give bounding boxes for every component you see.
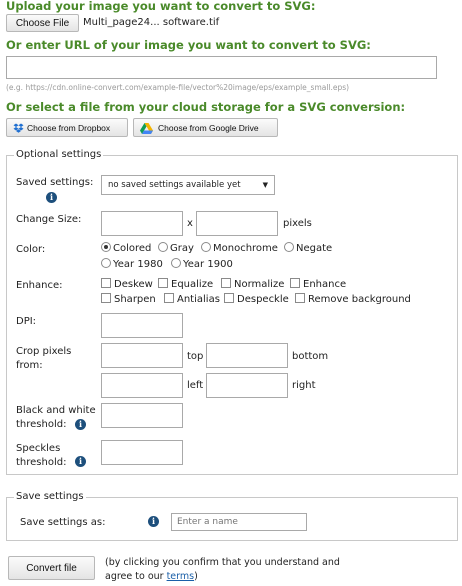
enhance-option-label: Antialias [177, 294, 220, 305]
save-settings-label: Save settings as: [20, 517, 106, 528]
radio[interactable] [284, 242, 294, 252]
dpi-input[interactable] [101, 313, 183, 338]
saved-settings-select-value: no saved settings available yet [108, 180, 241, 190]
checkbox[interactable] [290, 278, 300, 288]
speckles-threshold-info-icon[interactable]: i [75, 456, 86, 467]
enhance-option-enhance[interactable]: Enhance [290, 278, 346, 290]
color-option-year-1900[interactable]: Year 1900 [171, 258, 233, 270]
speckles-threshold-input[interactable] [101, 440, 183, 465]
google-drive-icon [140, 123, 153, 134]
crop-label-from: from: [16, 360, 43, 371]
enhance-option-label: Deskew [114, 279, 153, 290]
enhance-option-label: Normalize [234, 279, 285, 290]
crop-right-label: right [292, 380, 316, 391]
enhance-option-sharpen[interactable]: Sharpen [101, 293, 156, 305]
bw-threshold-info-icon[interactable]: i [75, 419, 86, 430]
crop-top-label: top [187, 351, 204, 362]
checkbox[interactable] [101, 278, 111, 288]
google-drive-button[interactable]: Choose from Google Drive [133, 118, 278, 137]
crop-bottom-label: bottom [292, 351, 329, 362]
enhance-option-label: Despeckle [237, 294, 289, 305]
checkbox[interactable] [221, 278, 231, 288]
optional-settings-panel [6, 155, 458, 475]
radio[interactable] [171, 258, 181, 268]
crop-right-input[interactable] [206, 373, 288, 398]
crop-left-label: left [187, 380, 204, 391]
convert-note-text: agree to our [105, 571, 167, 582]
color-option-label: Year 1980 [113, 259, 163, 270]
size-separator: x [187, 218, 193, 229]
google-drive-button-label: Choose from Google Drive [158, 122, 259, 133]
color-option-year-1980[interactable]: Year 1980 [101, 258, 163, 270]
checkbox[interactable] [164, 293, 174, 303]
checkbox[interactable] [295, 293, 305, 303]
url-heading: Or enter URL of your image you want to c… [6, 38, 371, 52]
color-label: Color: [16, 244, 46, 255]
radio-selected[interactable] [101, 242, 111, 252]
enhance-option-deskew[interactable]: Deskew [101, 278, 153, 290]
speckles-threshold-label-2: threshold: [16, 457, 67, 468]
crop-left-input[interactable] [101, 373, 183, 398]
bw-threshold-label: Black and white [16, 405, 96, 416]
upload-heading: Upload your image you want to convert to… [6, 0, 316, 13]
speckles-threshold-label: Speckles [16, 443, 61, 454]
checkbox[interactable] [101, 293, 111, 303]
height-input[interactable] [196, 211, 278, 236]
convert-note-line-1: (by clicking you confirm that you unders… [105, 557, 340, 568]
enhance-option-label: Equalize [171, 279, 214, 290]
saved-settings-label: Saved settings: [16, 177, 94, 188]
dropbox-button-label: Choose from Dropbox [27, 122, 111, 133]
save-settings-name-input[interactable] [171, 513, 307, 531]
save-settings-legend: Save settings [14, 491, 86, 502]
enhance-label: Enhance: [16, 280, 63, 291]
color-option-label: Year 1900 [183, 259, 233, 270]
enhance-option-despeckle[interactable]: Despeckle [224, 293, 289, 305]
width-input[interactable] [101, 211, 183, 236]
dropbox-icon [13, 123, 24, 133]
color-option-label: Negate [296, 243, 333, 254]
cloud-heading: Or select a file from your cloud storage… [6, 100, 406, 114]
dpi-label: DPI: [16, 316, 37, 327]
bw-threshold-label-2: threshold: [16, 419, 67, 430]
enhance-option-remove-background[interactable]: Remove background [295, 293, 411, 305]
color-option-label: Gray [170, 243, 194, 254]
checkbox[interactable] [158, 278, 168, 288]
color-option-label: Monochrome [213, 243, 278, 254]
convert-file-button[interactable]: Convert file [8, 556, 95, 580]
crop-top-input[interactable] [101, 343, 183, 368]
selected-file-name: Multi_page24... software.tif [83, 17, 220, 28]
url-input[interactable] [6, 56, 437, 79]
bw-threshold-input[interactable] [101, 403, 183, 428]
dropbox-button[interactable]: Choose from Dropbox [6, 118, 128, 137]
enhance-option-antialias[interactable]: Antialias [164, 293, 220, 305]
save-settings-info-icon[interactable]: i [148, 516, 159, 527]
color-option-gray[interactable]: Gray [158, 242, 194, 254]
optional-settings-legend: Optional settings [14, 149, 104, 160]
enhance-option-label: Remove background [308, 294, 411, 305]
convert-note-end: ) [194, 571, 198, 582]
size-unit-label: pixels [283, 218, 312, 229]
color-option-monochrome[interactable]: Monochrome [201, 242, 278, 254]
radio[interactable] [101, 258, 111, 268]
enhance-option-normalize[interactable]: Normalize [221, 278, 284, 290]
url-example-text: (e.g. https://cdn.online-convert.com/exa… [6, 83, 350, 92]
radio[interactable] [201, 242, 211, 252]
chevron-down-icon: ▼ [262, 181, 268, 189]
convert-note-line-2: agree to our terms) [105, 571, 198, 582]
checkbox[interactable] [224, 293, 234, 303]
saved-settings-select[interactable]: no saved settings available yet ▼ [101, 175, 275, 195]
color-option-colored[interactable]: Colored [101, 242, 151, 254]
enhance-option-equalize[interactable]: Equalize [158, 278, 213, 290]
enhance-option-label: Sharpen [114, 294, 156, 305]
color-option-negate[interactable]: Negate [284, 242, 332, 254]
crop-label: Crop pixels [16, 346, 72, 357]
saved-settings-info-icon[interactable]: i [46, 192, 57, 203]
color-option-label: Colored [113, 243, 152, 254]
enhance-option-label: Enhance [303, 279, 347, 290]
choose-file-button[interactable]: Choose File [6, 14, 79, 32]
crop-bottom-input[interactable] [206, 343, 288, 368]
terms-link[interactable]: terms [167, 571, 195, 582]
change-size-label: Change Size: [16, 214, 82, 225]
radio[interactable] [158, 242, 168, 252]
